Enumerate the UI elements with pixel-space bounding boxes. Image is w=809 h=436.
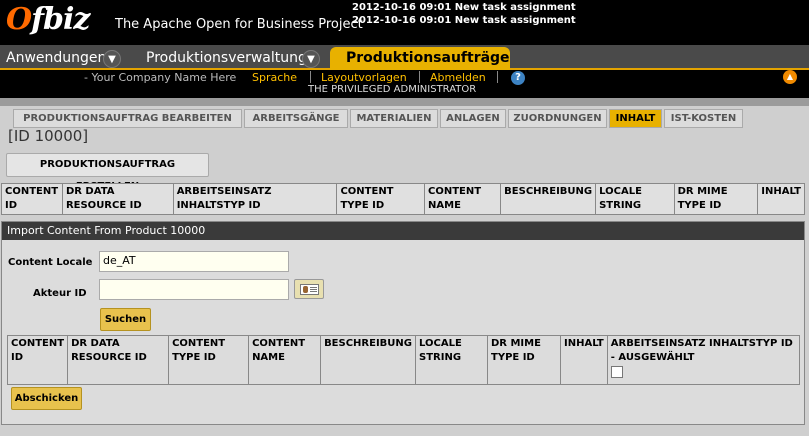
logout-link[interactable]: Abmelden (430, 71, 486, 84)
sub-header: - Your Company Name Here Sprache Layoutv… (0, 70, 809, 98)
column-header[interactable]: INHALT (757, 183, 805, 215)
app-tab-label: Anwendungen (6, 50, 107, 66)
column-header[interactable]: CONTENT NAME (248, 335, 322, 385)
column-header[interactable]: CONTENT TYPE ID (168, 335, 250, 385)
import-content-panel: Import Content From Product 10000 Conten… (1, 221, 805, 425)
create-production-order-button[interactable]: PRODUKTIONSAUFTRAG ERSTELLEN (6, 153, 209, 192)
content-locale-input[interactable]: de_AT (99, 251, 289, 272)
column-header[interactable]: LOCALE STRING (415, 335, 488, 385)
collapse-header-icon[interactable]: ▲ (783, 70, 797, 84)
column-header[interactable]: DR MIME TYPE ID (673, 183, 759, 215)
divider (310, 71, 311, 83)
themes-link[interactable]: Layoutvorlagen (321, 71, 407, 84)
notification-item[interactable]: 2012-10-16 09:01 New task assignment (352, 1, 576, 14)
app-tab-anwendungen[interactable]: Anwendungen ▼ (0, 47, 128, 70)
akteur-id-label: Akteur ID (33, 288, 87, 299)
header-divider (0, 98, 809, 106)
app-tab-label: Produktionsaufträge (346, 50, 510, 66)
panel-title: Import Content From Product 10000 (2, 222, 804, 240)
submit-button[interactable]: Abschicken (11, 387, 82, 410)
content-table: CONTENT ID DR DATA RESOURCE ID ARBEITSEI… (1, 183, 805, 215)
akteur-id-input[interactable] (99, 279, 289, 300)
tab-arbeitsgaenge[interactable]: ARBEITSGÄNGE (244, 109, 348, 128)
column-header[interactable]: CONTENT ID (6, 335, 69, 385)
chevron-down-icon[interactable]: ▼ (103, 50, 121, 68)
help-icon[interactable]: ? (511, 71, 525, 85)
notification-item[interactable]: 2012-10-16 09:01 New task assignment (352, 14, 576, 27)
column-header[interactable]: ARBEITSEINSATZ INHALTSTYP ID (172, 183, 338, 215)
tab-produktionsauftrag-bearbeiten[interactable]: PRODUKTIONSAUFTRAG BEARBEITEN (13, 109, 242, 128)
column-header[interactable]: DR DATA RESOURCE ID (67, 335, 170, 385)
ofbiz-logo[interactable]: Oofbizfbiz (6, 2, 90, 37)
tab-zuordnungen[interactable]: ZUORDNUNGEN (508, 109, 607, 128)
table-header-row: CONTENT ID DR DATA RESOURCE ID ARBEITSEI… (1, 183, 805, 215)
app-tab-produktionsauftraege[interactable]: Produktionsaufträge (330, 47, 510, 70)
tab-materialien[interactable]: MATERIALIEN (350, 109, 438, 128)
notifications: 2012-10-16 09:01 New task assignment 201… (352, 1, 576, 27)
chevron-down-icon[interactable]: ▼ (302, 50, 320, 68)
column-header[interactable]: CONTENT TYPE ID (336, 183, 426, 215)
import-results-table: CONTENT ID DR DATA RESOURCE ID CONTENT T… (6, 335, 801, 385)
column-header[interactable]: DR DATA RESOURCE ID (61, 183, 174, 215)
tagline: The Apache Open for Business Project (115, 17, 363, 32)
tab-inhalt[interactable]: INHALT (609, 109, 662, 128)
column-header[interactable]: CONTENT ID (1, 183, 63, 215)
select-all-checkbox[interactable] (610, 366, 623, 378)
column-header[interactable]: BESCHREIBUNG (320, 335, 416, 385)
app-tab-label: Produktionsverwaltung (146, 50, 307, 66)
search-button[interactable]: Suchen (100, 308, 151, 331)
table-header-row: CONTENT ID DR DATA RESOURCE ID CONTENT T… (6, 335, 801, 385)
language-link[interactable]: Sprache (252, 71, 297, 84)
party-lookup-icon[interactable] (294, 279, 324, 299)
column-header[interactable]: DR MIME TYPE ID (487, 335, 561, 385)
column-header[interactable]: BESCHREIBUNG (500, 183, 597, 215)
tab-anlagen[interactable]: ANLAGEN (440, 109, 506, 128)
app-tab-bar: Anwendungen ▼ Produktionsverwaltung ▼ Pr… (0, 45, 809, 70)
page-title: [ID 10000] (8, 127, 89, 145)
top-header: Oofbizfbiz The Apache Open for Business … (0, 0, 809, 45)
divider (497, 71, 498, 83)
tab-ist-kosten[interactable]: IST-KOSTEN (664, 109, 743, 128)
content-locale-label: Content Locale (8, 257, 93, 268)
column-header[interactable]: INHALT (560, 335, 608, 385)
column-header-label: ARBEITSEINSATZ INHALTSTYP ID - AUSGEWÄHL… (610, 338, 793, 363)
divider (419, 71, 420, 83)
column-header[interactable]: LOCALE STRING (595, 183, 675, 215)
contact-card-icon (300, 284, 319, 295)
column-header[interactable]: CONTENT NAME (424, 183, 502, 215)
app-tab-produktionsverwaltung[interactable]: Produktionsverwaltung ▼ (140, 47, 330, 70)
company-name: - Your Company Name Here (84, 71, 237, 84)
selected-column-header: ARBEITSEINSATZ INHALTSTYP ID - AUSGEWÄHL… (606, 335, 801, 385)
user-name: THE PRIVILEGED ADMINISTRATOR (308, 84, 477, 95)
